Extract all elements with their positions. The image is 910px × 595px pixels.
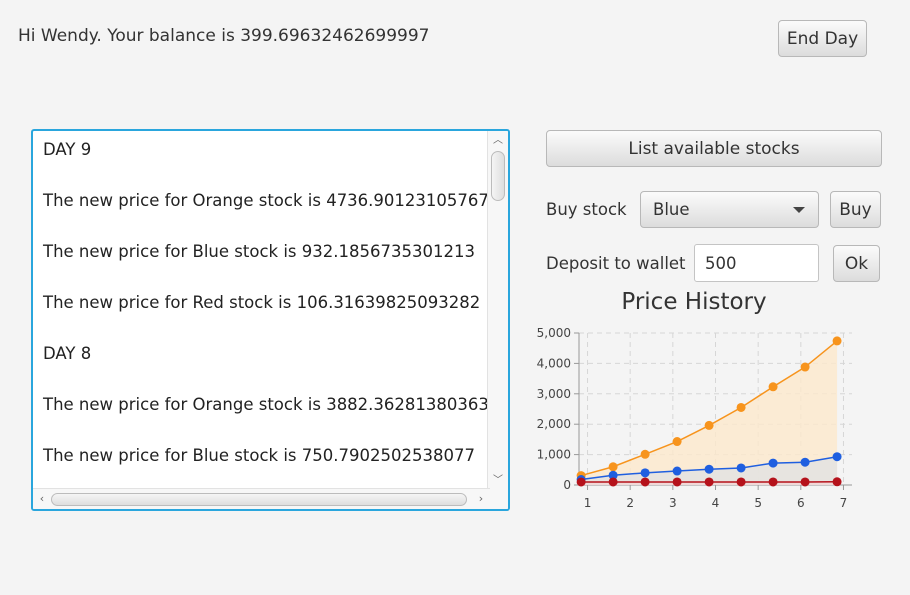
y-tick-label: 3,000 xyxy=(537,387,571,401)
buy-stock-label: Buy stock xyxy=(546,200,627,219)
balance-greeting: Hi Wendy. Your balance is 399.6963246269… xyxy=(18,26,430,46)
data-point xyxy=(800,477,810,487)
data-point xyxy=(704,420,714,430)
end-day-button[interactable]: End Day xyxy=(778,20,867,57)
x-tick-label: 2 xyxy=(626,496,634,510)
log-line: The new price for Blue stock is 750.7902… xyxy=(43,446,475,465)
price-history-chart: Price History 0 1,000 2,000 3,000 4,000 5,000… xyxy=(537,289,852,510)
list-stocks-button[interactable]: List available stocks xyxy=(546,130,882,167)
log-line: The new price for Orange stock is 4736.9… xyxy=(43,191,500,210)
event-log[interactable]: DAY 9 The new price for Orange stock is … xyxy=(31,129,510,511)
data-point xyxy=(736,402,746,412)
deposit-label: Deposit to wallet xyxy=(546,254,686,273)
vertical-scrollbar[interactable]: ︿ ﹀ xyxy=(487,131,508,489)
data-point xyxy=(704,477,714,487)
x-tick-label: 3 xyxy=(669,496,677,510)
chevron-down-icon xyxy=(793,207,805,213)
data-point xyxy=(576,477,586,487)
x-tick-label: 1 xyxy=(584,496,592,510)
data-point xyxy=(672,466,682,476)
chevron-down-icon[interactable]: ﹀ xyxy=(488,473,508,489)
data-point xyxy=(640,468,650,478)
data-point xyxy=(672,437,682,447)
data-point xyxy=(800,457,810,467)
log-line: The new price for Orange stock is 3882.3… xyxy=(43,395,489,414)
data-point xyxy=(640,477,650,487)
y-tick-label: 0 xyxy=(563,478,571,492)
data-point xyxy=(608,477,618,487)
data-point xyxy=(800,362,810,372)
data-point xyxy=(768,477,778,487)
y-tick-label: 4,000 xyxy=(537,356,571,370)
data-point xyxy=(736,463,746,473)
horizontal-scrollbar[interactable]: ‹ › xyxy=(33,488,490,509)
deposit-ok-button[interactable]: Ok xyxy=(833,245,880,282)
chart-title: Price History xyxy=(621,289,766,315)
data-point xyxy=(608,462,618,472)
log-line: DAY 8 xyxy=(43,344,92,363)
log-line: The new price for Blue stock is 932.1856… xyxy=(43,242,475,261)
buy-button[interactable]: Buy xyxy=(830,191,881,228)
data-point xyxy=(736,477,746,487)
data-point xyxy=(672,477,682,487)
y-tick-label: 5,000 xyxy=(537,326,571,340)
x-tick-label: 5 xyxy=(754,496,762,510)
chevron-up-icon[interactable]: ︿ xyxy=(488,133,508,149)
y-tick-label: 1,000 xyxy=(537,448,571,462)
scroll-corner xyxy=(488,489,508,509)
data-point xyxy=(768,382,778,392)
deposit-amount-input[interactable] xyxy=(694,244,819,282)
data-point xyxy=(832,452,842,462)
vertical-scroll-thumb[interactable] xyxy=(491,151,505,201)
x-tick-label: 7 xyxy=(840,496,848,510)
chart-plot-area: 0 1,000 2,000 3,000 4,000 5,000 1 2 3 4 5 6 7 xyxy=(537,326,852,510)
stock-select-value: Blue xyxy=(653,200,690,219)
data-point xyxy=(640,449,650,459)
x-tick-label: 6 xyxy=(797,496,805,510)
data-point xyxy=(704,464,714,474)
y-tick-label: 2,000 xyxy=(537,417,571,431)
data-point xyxy=(832,336,842,346)
log-line: DAY 9 xyxy=(43,140,92,159)
horizontal-scroll-thumb[interactable] xyxy=(51,493,467,506)
x-tick-label: 4 xyxy=(712,496,720,510)
chevron-left-icon[interactable]: ‹ xyxy=(34,490,50,508)
log-line: The new price for Red stock is 106.31639… xyxy=(43,293,481,312)
chevron-right-icon[interactable]: › xyxy=(473,490,489,508)
stock-select[interactable]: Blue xyxy=(640,191,819,228)
data-point xyxy=(832,477,842,487)
data-point xyxy=(768,458,778,468)
